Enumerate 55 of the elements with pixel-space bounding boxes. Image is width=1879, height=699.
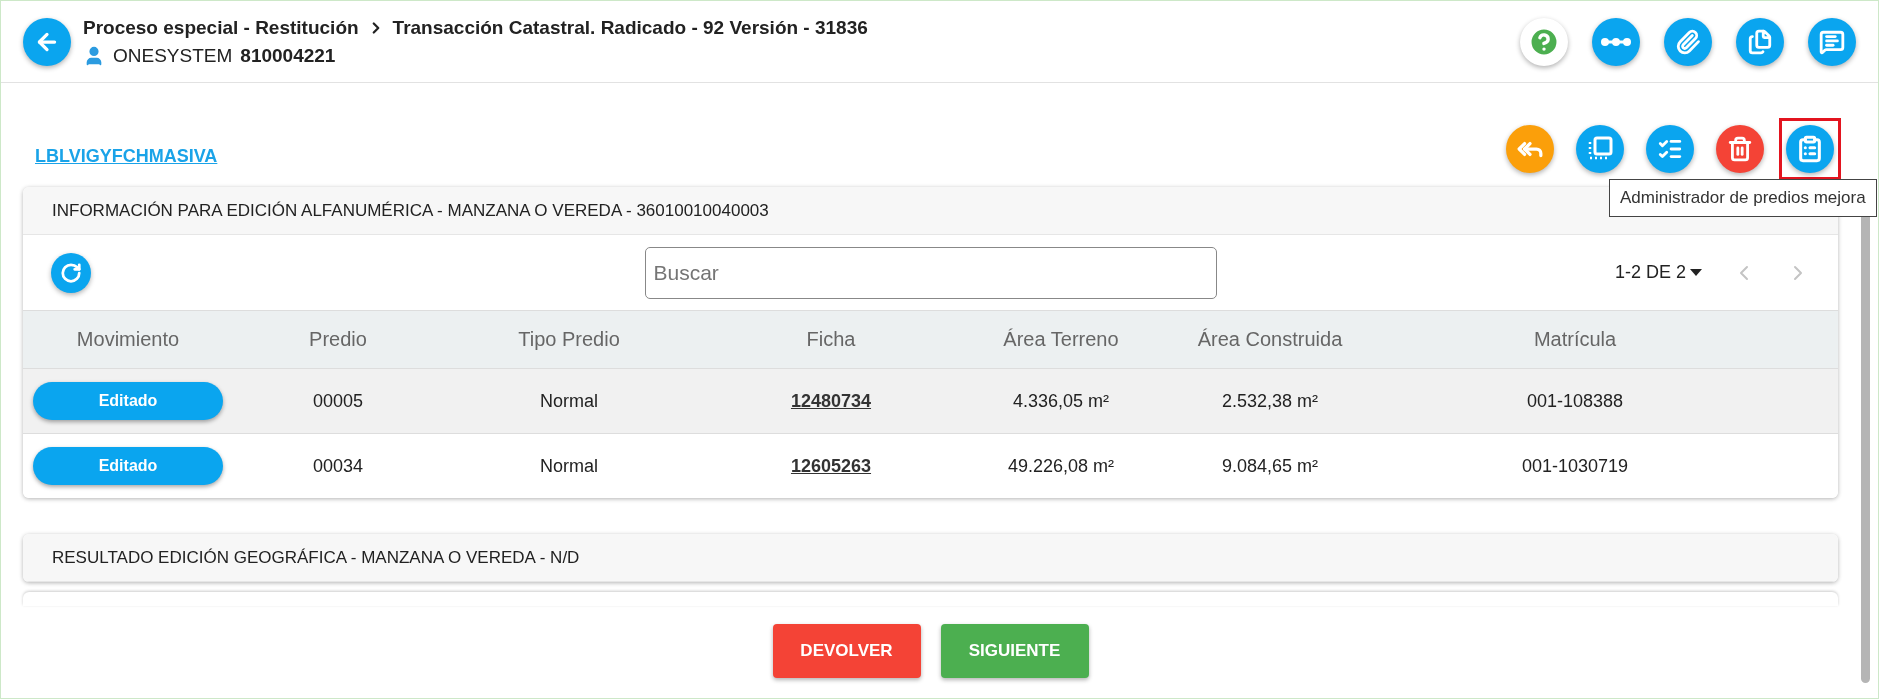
user-name: ONESYSTEM [113, 44, 233, 67]
documents-button[interactable] [1736, 17, 1784, 66]
steps-button[interactable] [1592, 17, 1640, 66]
table-cell-text: 001-108388 [1525, 390, 1625, 412]
status-button[interactable]: Editado [33, 382, 223, 420]
table-row[interactable]: Editado 00034 Normal 12605263 49.226,08 m² 9.084,65 m² 001-1030719 [23, 433, 1838, 498]
caret-icon [1690, 268, 1702, 277]
table-row[interactable]: Editado 00005 Normal 12480734 4.336,05 m² 2.532,38 m² 001-108388 [23, 368, 1838, 433]
table-cell-text: 00034 [311, 455, 365, 477]
column-header[interactable]: Movimiento [23, 328, 233, 351]
table-cell-text: 9.084,65 m² [1220, 455, 1320, 477]
tooltip: Administrador de predios mejora [1609, 179, 1877, 217]
table-cell-text: 4.336,05 m² [1011, 390, 1111, 412]
table-cell-text: 001-1030719 [1520, 455, 1630, 477]
action-button[interactable]: SIGUIENTE [940, 624, 1089, 678]
files-icon [1747, 28, 1773, 55]
help-button[interactable] [1520, 17, 1568, 66]
column-header[interactable]: Ficha [695, 328, 967, 351]
select-icon [1587, 136, 1613, 162]
breadcrumb-item[interactable]: Transacción Catastral. Radicado - 92 Versión - 31836 [392, 16, 868, 39]
column-header[interactable]: Tipo Predio [443, 328, 695, 351]
column-header[interactable]: Predio [233, 328, 443, 351]
paperclip-icon [1675, 28, 1701, 55]
comments-button[interactable] [1808, 17, 1856, 66]
search-field[interactable]: Buscar [644, 246, 1217, 299]
ficha-link[interactable]: 12480734 [790, 390, 872, 411]
action-button[interactable] [1576, 125, 1624, 173]
column-header[interactable]: Matrícula [1385, 328, 1765, 351]
action-button[interactable] [1716, 125, 1764, 173]
breadcrumb-item[interactable]: Proceso especial - Restitución [83, 16, 359, 39]
status-button[interactable]: Editado [33, 447, 223, 485]
table-cell-text: Normal [539, 455, 599, 477]
refresh-icon [60, 261, 82, 284]
action-button[interactable] [1646, 125, 1694, 173]
refresh-button[interactable] [51, 252, 91, 293]
ficha-link[interactable]: 12605263 [790, 455, 872, 476]
table-cell-text: 2.532,38 m² [1220, 390, 1320, 412]
massive-link[interactable]: LBLVIGYFCHMASIVA [35, 145, 218, 167]
attach-button[interactable] [1664, 17, 1712, 66]
page-size-dropdown[interactable]: 1-2 DE 2 [1614, 262, 1702, 283]
table-cell-text: Normal [539, 390, 599, 412]
clipboard-icon [1796, 135, 1824, 163]
message-icon [1819, 28, 1845, 55]
delete-icon [1727, 136, 1753, 162]
column-header[interactable]: Área Terreno [967, 328, 1155, 351]
user-id: 810004221 [240, 44, 336, 67]
table-cell-text: 49.226,08 m² [1006, 455, 1116, 477]
table-cell-text: 00005 [311, 390, 365, 412]
panel-title: RESULTADO EDICIÓN GEOGRÁFICA - MANZANA O VEREDA - N/D [23, 534, 1838, 582]
action-button[interactable]: DEVOLVER [772, 624, 921, 678]
action-button[interactable] [1506, 125, 1554, 173]
action-button[interactable] [1786, 125, 1834, 173]
dots-icon [1601, 36, 1631, 47]
back-button[interactable] [23, 17, 71, 66]
column-header[interactable]: Área Construida [1155, 328, 1385, 351]
